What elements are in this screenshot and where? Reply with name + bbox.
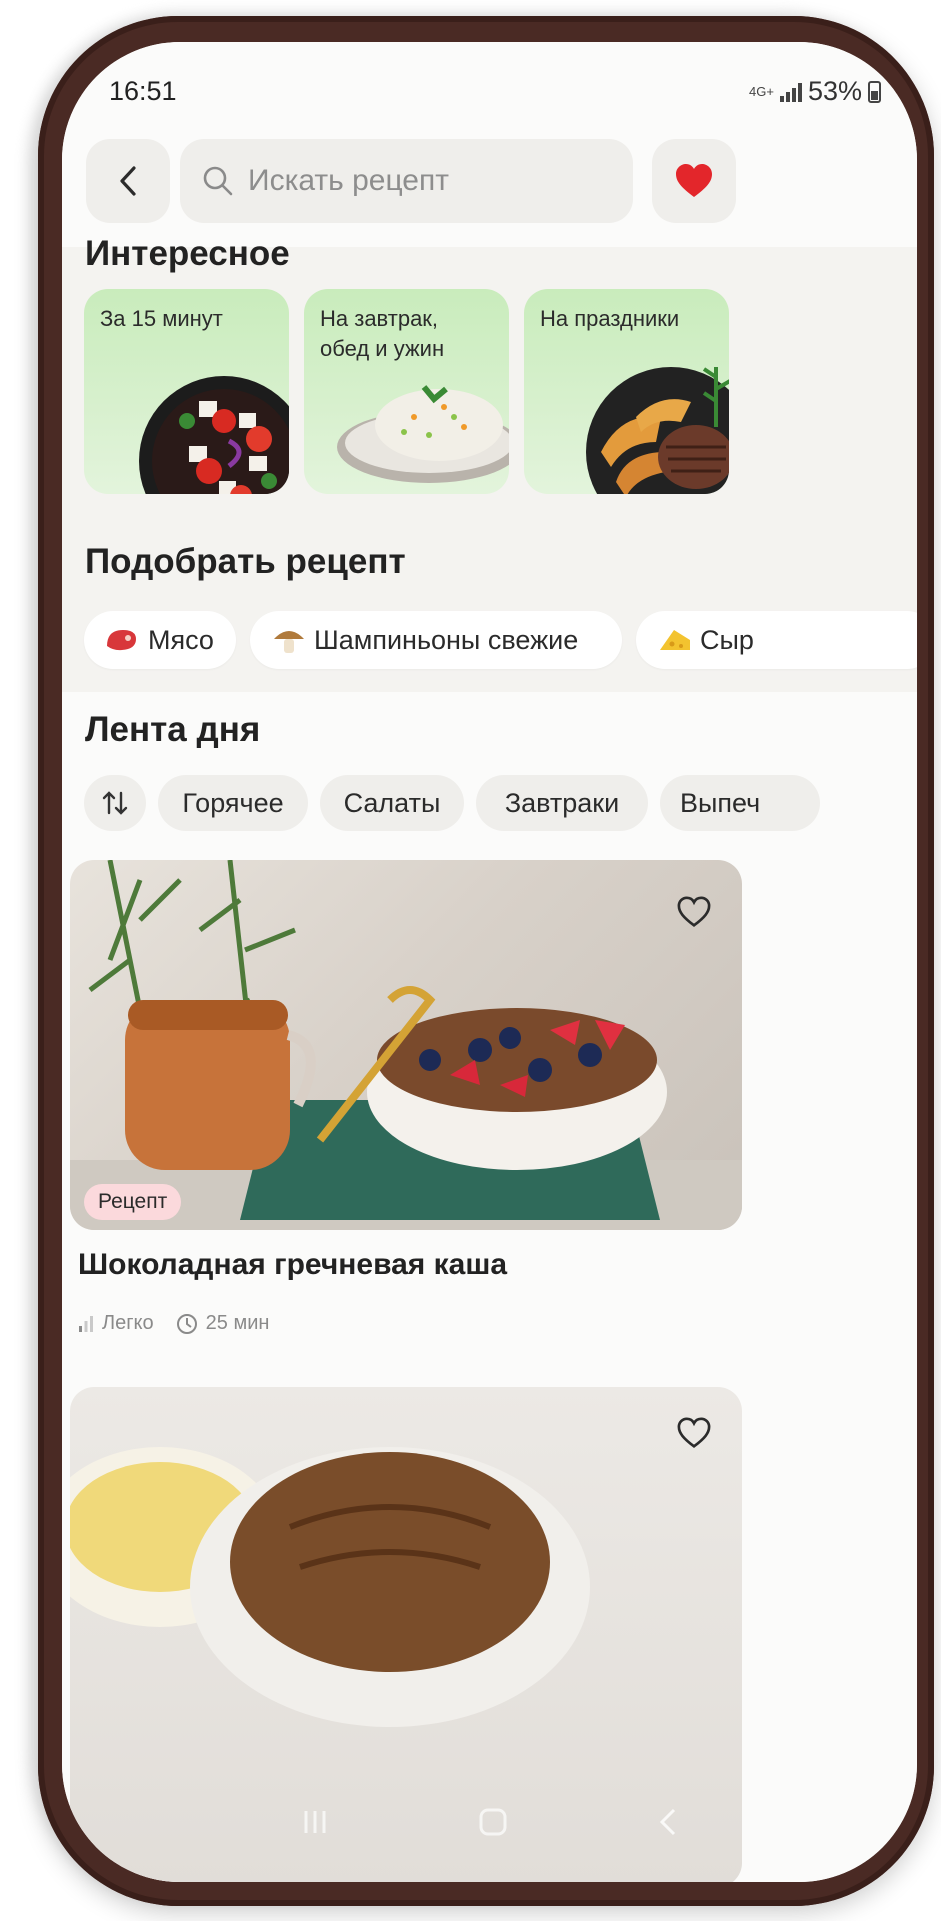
mushroom-icon xyxy=(274,631,304,653)
search-placeholder: Искать рецепт xyxy=(248,164,449,197)
back-button[interactable] xyxy=(86,139,170,223)
buckwheat-bowl-image xyxy=(70,860,742,1230)
battery-level: 53% xyxy=(807,76,862,106)
battery-icon xyxy=(868,80,881,103)
cheese-icon xyxy=(660,630,690,650)
status-icons: 4G+ 53% xyxy=(749,76,881,107)
difficulty-icon xyxy=(79,1315,93,1332)
home-icon[interactable] xyxy=(478,1807,508,1837)
recipe-difficulty: Легко xyxy=(102,1312,154,1334)
feed-title: Лента дня xyxy=(85,710,261,749)
filter-hot[interactable]: Горячее xyxy=(158,775,308,831)
category-card-15min[interactable]: За 15 минут xyxy=(84,289,289,494)
search-icon xyxy=(203,166,233,196)
search-input[interactable]: Искать рецепт xyxy=(180,139,633,223)
recipe-meta: Легко 25 мин xyxy=(78,1312,269,1335)
ingredient-chips: Мясо Шампиньоны свежие Сыр xyxy=(62,611,917,669)
interesting-title: Интересное xyxy=(85,234,290,273)
recipe-image[interactable]: Рецепт xyxy=(70,860,742,1230)
back-nav-icon[interactable] xyxy=(658,1807,678,1837)
clock-icon xyxy=(176,1313,197,1334)
network-type: 4G+ xyxy=(749,83,774,99)
sort-arrows-icon xyxy=(102,791,128,815)
chip-meat[interactable]: Мясо xyxy=(84,611,236,669)
category-label: На завтрак, обед и ужин xyxy=(320,306,445,361)
filter-breakfasts[interactable]: Завтраки xyxy=(476,775,648,831)
category-label: За 15 минут xyxy=(100,306,223,331)
phone-screen: 16:51 4G+ 53% Искать рецепт Интересное З… xyxy=(62,42,917,1882)
category-card-holidays[interactable]: На праздники xyxy=(524,289,729,494)
chevron-left-icon xyxy=(120,166,136,196)
meat-icon xyxy=(107,630,136,651)
filter-pastry[interactable]: Выпеч xyxy=(660,775,820,831)
system-nav-bar xyxy=(62,1787,917,1857)
signal-icon xyxy=(779,82,802,102)
recents-icon[interactable] xyxy=(302,1808,328,1836)
rice-plate-image xyxy=(337,385,509,483)
recipe-title[interactable]: Шоколадная гречневая каша xyxy=(78,1248,507,1282)
category-label: На праздники xyxy=(540,306,680,331)
favorites-button[interactable] xyxy=(652,139,736,223)
sort-button[interactable] xyxy=(84,775,146,831)
recipe-tag: Рецепт xyxy=(84,1184,182,1220)
heart-filled-icon xyxy=(676,164,712,197)
filter-salads[interactable]: Салаты xyxy=(320,775,464,831)
heart-outline-icon[interactable] xyxy=(676,896,712,928)
salad-image xyxy=(139,376,289,494)
category-card-meals[interactable]: На завтрак, обед и ужин xyxy=(304,289,509,494)
chip-mushrooms[interactable]: Шампиньоны свежие xyxy=(250,611,622,669)
steak-potatoes-image xyxy=(586,367,729,494)
heart-outline-icon[interactable] xyxy=(676,1417,712,1449)
recipe-time: 25 мин xyxy=(205,1312,270,1334)
status-time: 16:51 xyxy=(109,76,177,106)
pick-recipe-title: Подобрать рецепт xyxy=(85,542,406,581)
chip-cheese[interactable]: Сыр xyxy=(636,611,917,669)
